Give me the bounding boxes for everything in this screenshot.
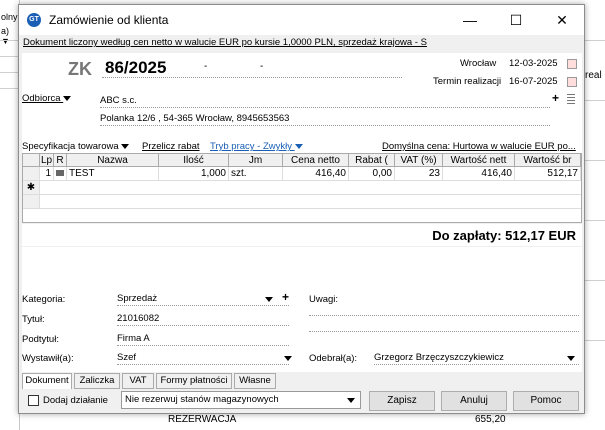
close-button[interactable]: ✕ [539,5,585,35]
cell-net-price[interactable]: 416,40 [283,167,349,181]
chevron-down-icon [294,143,303,149]
add-client-icon[interactable]: + [552,91,559,105]
table-header[interactable]: Cena netto [283,154,349,167]
calendar-icon[interactable] [567,77,577,87]
subtitle-label: Podtytuł: [22,334,59,345]
place-label: Wrocław [460,58,497,69]
issue-date[interactable]: 12-03-2025 [509,58,558,69]
notes-field[interactable] [309,293,579,341]
deadline-label: Termin realizacji [433,76,502,87]
tab-document[interactable]: Dokument [22,373,72,389]
bg-text: olny [1,12,18,22]
calendar-icon[interactable] [567,59,577,69]
document-fields: Kategoria: Sprzedaż + Tytuł: 21016082 Po… [22,247,582,372]
cell-lp: 1 [40,167,54,181]
reservation-select-value: Nie rezerwuj stanów magazynowych [125,394,279,405]
client-name[interactable]: ABC s.c. [100,95,137,106]
tab-advance[interactable]: Zaliczka [74,373,120,389]
help-button[interactable]: Pomoc [513,391,579,411]
pricing-info-link[interactable]: Dokument liczony według cen netto w walu… [23,37,581,51]
recalc-discount-link[interactable]: Przelicz rabat [142,141,200,152]
client-label[interactable]: Odbiorca [22,93,72,104]
bg-text: real [585,70,602,81]
table-header[interactable]: Ilość [159,154,229,167]
received-by-select[interactable]: Grzegorz Brzęczyszczykiewicz [374,352,504,363]
cell-net-value: 416,40 [443,167,515,181]
tab-strip: Dokument Zaliczka VAT Formy płatności Wł… [22,373,582,389]
add-category-icon[interactable]: + [282,290,289,304]
list-icon[interactable] [567,94,575,104]
title-field[interactable]: 21016082 [117,313,159,324]
cell-qty[interactable]: 1,000 [159,167,229,181]
table-header[interactable]: Wartość br [515,154,581,167]
window-title: Zamówienie od klienta [49,13,169,27]
table-header[interactable]: VAT (%) [395,154,443,167]
minimize-button[interactable]: — [447,5,493,35]
work-mode-menu[interactable]: Tryb pracy - Zwykły [210,141,303,152]
title-bar: GT Zamówienie od klienta — ☐ ✕ [19,5,584,35]
add-action-checkbox[interactable] [28,395,39,406]
bg-text: REZERWACJA [168,414,237,425]
chevron-down-icon[interactable] [284,356,292,361]
spec-menu[interactable]: Specyfikacja towarowa [22,141,130,152]
table-header[interactable]: R [54,154,67,167]
received-by-label: Odebrał(a): [309,353,358,364]
doc-prefix: ZK [68,59,92,79]
category-label: Kategoria: [22,294,66,305]
table-header-corner [23,154,40,167]
table-header[interactable]: Rabat ( [349,154,395,167]
new-row-marker: ✱ [23,181,40,195]
tab-vat[interactable]: VAT [122,373,154,389]
bottom-bar: Dodaj działanie Nie rezerwuj stanów maga… [22,389,582,413]
amount-due: Do zapłaty: 512,17 EUR [432,228,576,243]
save-button[interactable]: Zapisz [369,391,435,411]
doc-number[interactable]: 86/2025 [105,58,166,78]
cell-unit[interactable]: szt. [229,167,283,181]
chevron-down-icon[interactable] [567,356,575,361]
table-header[interactable]: Jm [229,154,283,167]
cell-gross-value: 512,17 [515,167,581,181]
cell-discount[interactable]: 0,00 [349,167,395,181]
app-logo-icon: GT [27,13,41,27]
product-type-icon [54,167,67,181]
reservation-select[interactable]: Nie rezerwuj stanów magazynowych [121,391,361,409]
subtitle-field[interactable]: Firma A [117,333,150,344]
table-header[interactable]: Nazwa [67,154,159,167]
add-action-label[interactable]: Dodaj działanie [43,395,108,406]
client-address: Polanka 12/6 , 54-365 Wrocław, 894565356… [100,113,290,124]
doc-dash: - [204,61,208,72]
issued-by-label: Wystawił(a): [22,353,74,364]
issued-by-select[interactable]: Szef [117,352,136,363]
maximize-button[interactable]: ☐ [493,5,539,35]
doc-dash: - [260,61,264,72]
document-header: ZK 86/2025 - - Wrocław 12-03-2025 Termin… [22,53,582,153]
cell-vat[interactable]: 23 [395,167,443,181]
cell-name[interactable]: TEST [67,167,159,181]
tab-custom[interactable]: Własne [234,373,276,389]
background-app-bottom: REZERWACJA 655,20 [160,412,520,430]
table-header[interactable]: Wartość nett [443,154,515,167]
tab-payment-forms[interactable]: Formy płatności [156,373,232,389]
chevron-down-icon [63,95,72,101]
chevron-down-icon[interactable] [265,297,273,302]
bg-text: 655,20 [475,414,506,425]
title-label: Tytuł: [22,314,45,325]
background-app-left: olny a) ▼ [0,0,22,430]
default-price-link[interactable]: Domyślna cena: Hurtowa w walucie EUR po.… [382,141,576,152]
total-panel: Do zapłaty: 512,17 EUR [22,224,582,246]
deadline-date[interactable]: 16-07-2025 [509,76,558,87]
bg-text: a) ▼ [1,26,10,46]
order-dialog: GT Zamówienie od klienta — ☐ ✕ Dokument … [18,4,585,414]
chevron-down-icon [121,143,130,149]
chevron-down-icon [347,398,355,403]
background-app-right: real [583,0,605,430]
category-select[interactable]: Sprzedaż [117,293,157,304]
items-table: Lp R Nazwa Ilość Jm Cena netto Rabat ( V… [22,153,582,223]
cancel-button[interactable]: Anuluj [441,391,507,411]
table-header[interactable]: Lp [40,154,54,167]
